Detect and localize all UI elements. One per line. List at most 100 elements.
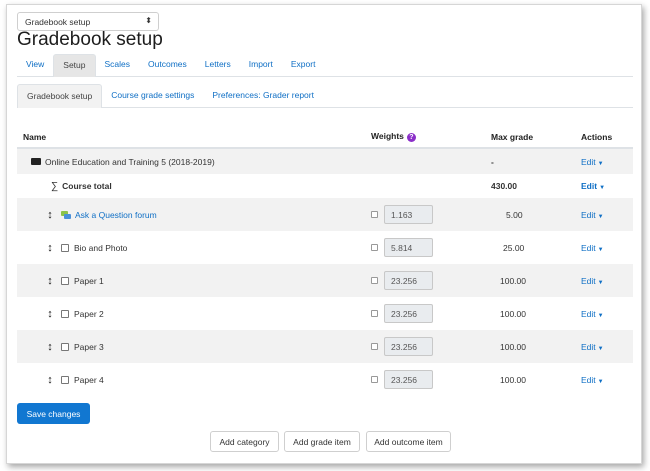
table-row: ↕ Paper 1 23.256 100.00 Edit ▼ bbox=[17, 264, 633, 297]
weight-input[interactable]: 23.256 bbox=[384, 337, 433, 356]
item-edit-label: Edit bbox=[581, 209, 596, 220]
table-row: ↕ Ask a Question forum 1.163 5.00 Edit ▼ bbox=[17, 198, 633, 231]
header-name: Name bbox=[17, 126, 365, 149]
weight-override-checkbox[interactable] bbox=[371, 211, 378, 218]
item-actions: Edit ▼ bbox=[575, 198, 633, 231]
caret-down-icon: ▼ bbox=[597, 279, 604, 286]
move-icon[interactable]: ↕ bbox=[45, 374, 55, 386]
item-name-link[interactable]: Ask a Question forum bbox=[75, 210, 157, 220]
item-edit-label: Edit bbox=[581, 308, 596, 319]
item-actions: Edit ▼ bbox=[575, 330, 633, 363]
subtab-gradebook-setup[interactable]: Gradebook setup bbox=[17, 84, 103, 108]
category-edit-label: Edit bbox=[581, 156, 596, 167]
page-frame: Gradebook setup ⬍ Gradebook setup View S… bbox=[6, 4, 642, 464]
table-header-row: Name Weights? Max grade Actions bbox=[17, 126, 633, 149]
course-total-max-grade: 430.00 bbox=[491, 181, 517, 191]
weight-input[interactable]: 1.163 bbox=[384, 205, 433, 224]
weight-input[interactable]: 23.256 bbox=[384, 271, 433, 290]
course-total-row: ∑ Course total 430.00 Edit ▼ bbox=[17, 174, 633, 198]
subtab-course-grade-settings[interactable]: Course grade settings bbox=[102, 84, 203, 108]
item-name-cell: ↕ Paper 4 bbox=[17, 363, 365, 396]
move-icon[interactable]: ↕ bbox=[45, 341, 55, 353]
help-icon[interactable]: ? bbox=[406, 132, 416, 142]
weight-override-checkbox[interactable] bbox=[371, 376, 378, 383]
weight-input[interactable]: 23.256 bbox=[384, 304, 433, 323]
item-edit-label: Edit bbox=[581, 341, 596, 352]
item-actions: Edit ▼ bbox=[575, 363, 633, 396]
caret-down-icon: ▼ bbox=[597, 213, 604, 220]
item-name: Paper 4 bbox=[74, 374, 104, 385]
add-grade-item-button[interactable]: Add grade item bbox=[284, 431, 360, 452]
item-name-cell: ↕ Paper 2 bbox=[17, 297, 365, 330]
select-arrows-icon: ⬍ bbox=[145, 16, 152, 25]
caret-down-icon: ▼ bbox=[597, 312, 604, 319]
item-edit-menu[interactable]: Edit ▼ bbox=[581, 243, 604, 253]
header-weights-label: Weights bbox=[371, 131, 404, 142]
category-edit-menu[interactable]: Edit ▼ bbox=[581, 157, 604, 167]
category-name-cell: Online Education and Training 5 (2018-20… bbox=[17, 148, 365, 174]
item-edit-menu[interactable]: Edit ▼ bbox=[581, 375, 604, 385]
caret-down-icon: ▼ bbox=[597, 160, 604, 167]
select-item-checkbox[interactable] bbox=[61, 310, 69, 319]
item-weight-cell: 23.256 bbox=[365, 330, 485, 363]
item-weight-cell: 5.814 bbox=[365, 231, 485, 264]
item-name-cell: ↕ Paper 1 bbox=[17, 264, 365, 297]
header-max-grade: Max grade bbox=[485, 126, 575, 149]
course-total-actions: Edit ▼ bbox=[575, 174, 633, 198]
weight-override-checkbox[interactable] bbox=[371, 343, 378, 350]
select-item-checkbox[interactable] bbox=[61, 376, 69, 385]
move-icon[interactable]: ↕ bbox=[45, 275, 55, 287]
select-item-checkbox[interactable] bbox=[61, 244, 69, 253]
table-row: ↕ Paper 4 23.256 100.00 Edit ▼ bbox=[17, 363, 633, 396]
gradebook-setup-table: Name Weights? Max grade Actions Online E… bbox=[17, 126, 633, 396]
save-changes-button[interactable]: Save changes bbox=[17, 403, 90, 424]
sigma-icon: ∑ bbox=[51, 180, 59, 192]
weight-input[interactable]: 23.256 bbox=[384, 370, 433, 389]
tab-setup[interactable]: Setup bbox=[53, 54, 96, 77]
folder-icon bbox=[31, 157, 41, 165]
caret-down-icon: ▼ bbox=[597, 246, 604, 253]
course-total-weight-cell bbox=[365, 174, 485, 198]
select-item-checkbox[interactable] bbox=[61, 343, 69, 352]
weight-input[interactable]: 5.814 bbox=[384, 238, 433, 257]
weight-override-checkbox[interactable] bbox=[371, 310, 378, 317]
sub-tabs: Gradebook setup Course grade settings Pr… bbox=[17, 84, 633, 108]
tab-outcomes[interactable]: Outcomes bbox=[139, 54, 196, 77]
item-name: Paper 1 bbox=[74, 275, 104, 286]
tab-letters[interactable]: Letters bbox=[196, 54, 240, 77]
item-name: Paper 3 bbox=[74, 341, 104, 352]
item-edit-menu[interactable]: Edit ▼ bbox=[581, 276, 604, 286]
tab-scales[interactable]: Scales bbox=[96, 54, 140, 77]
table-row: ↕ Paper 2 23.256 100.00 Edit ▼ bbox=[17, 297, 633, 330]
item-edit-menu[interactable]: Edit ▼ bbox=[581, 210, 604, 220]
weight-override-checkbox[interactable] bbox=[371, 244, 378, 251]
move-icon[interactable]: ↕ bbox=[45, 308, 55, 320]
select-item-checkbox[interactable] bbox=[61, 277, 69, 286]
item-max-grade-value: 100.00 bbox=[500, 275, 526, 286]
item-name-cell: ↕ Paper 3 bbox=[17, 330, 365, 363]
category-max-grade: - bbox=[485, 148, 575, 174]
weight-override-checkbox[interactable] bbox=[371, 277, 378, 284]
item-max-grade-value: 100.00 bbox=[500, 308, 526, 319]
add-outcome-item-button[interactable]: Add outcome item bbox=[366, 431, 451, 452]
caret-down-icon: ▼ bbox=[597, 378, 604, 385]
subtab-preferences-grader-report[interactable]: Preferences: Grader report bbox=[203, 84, 323, 108]
item-max-grade: 100.00 bbox=[485, 297, 575, 330]
item-weight-cell: 1.163 bbox=[365, 198, 485, 231]
course-total-edit-menu[interactable]: Edit ▼ bbox=[581, 181, 605, 191]
item-max-grade-value: 100.00 bbox=[500, 341, 526, 352]
item-edit-menu[interactable]: Edit ▼ bbox=[581, 309, 604, 319]
header-weights: Weights? bbox=[365, 126, 485, 149]
tab-export[interactable]: Export bbox=[282, 54, 325, 77]
category-actions: Edit ▼ bbox=[575, 148, 633, 174]
tab-import[interactable]: Import bbox=[240, 54, 282, 77]
item-max-grade-value: 5.00 bbox=[506, 209, 523, 220]
item-max-grade-value: 100.00 bbox=[500, 374, 526, 385]
item-edit-menu[interactable]: Edit ▼ bbox=[581, 342, 604, 352]
item-edit-label: Edit bbox=[581, 374, 596, 385]
tab-view[interactable]: View bbox=[17, 54, 53, 77]
move-icon[interactable]: ↕ bbox=[45, 242, 55, 254]
add-category-button[interactable]: Add category bbox=[210, 431, 279, 452]
item-max-grade: 100.00 bbox=[485, 264, 575, 297]
move-icon[interactable]: ↕ bbox=[45, 209, 55, 221]
